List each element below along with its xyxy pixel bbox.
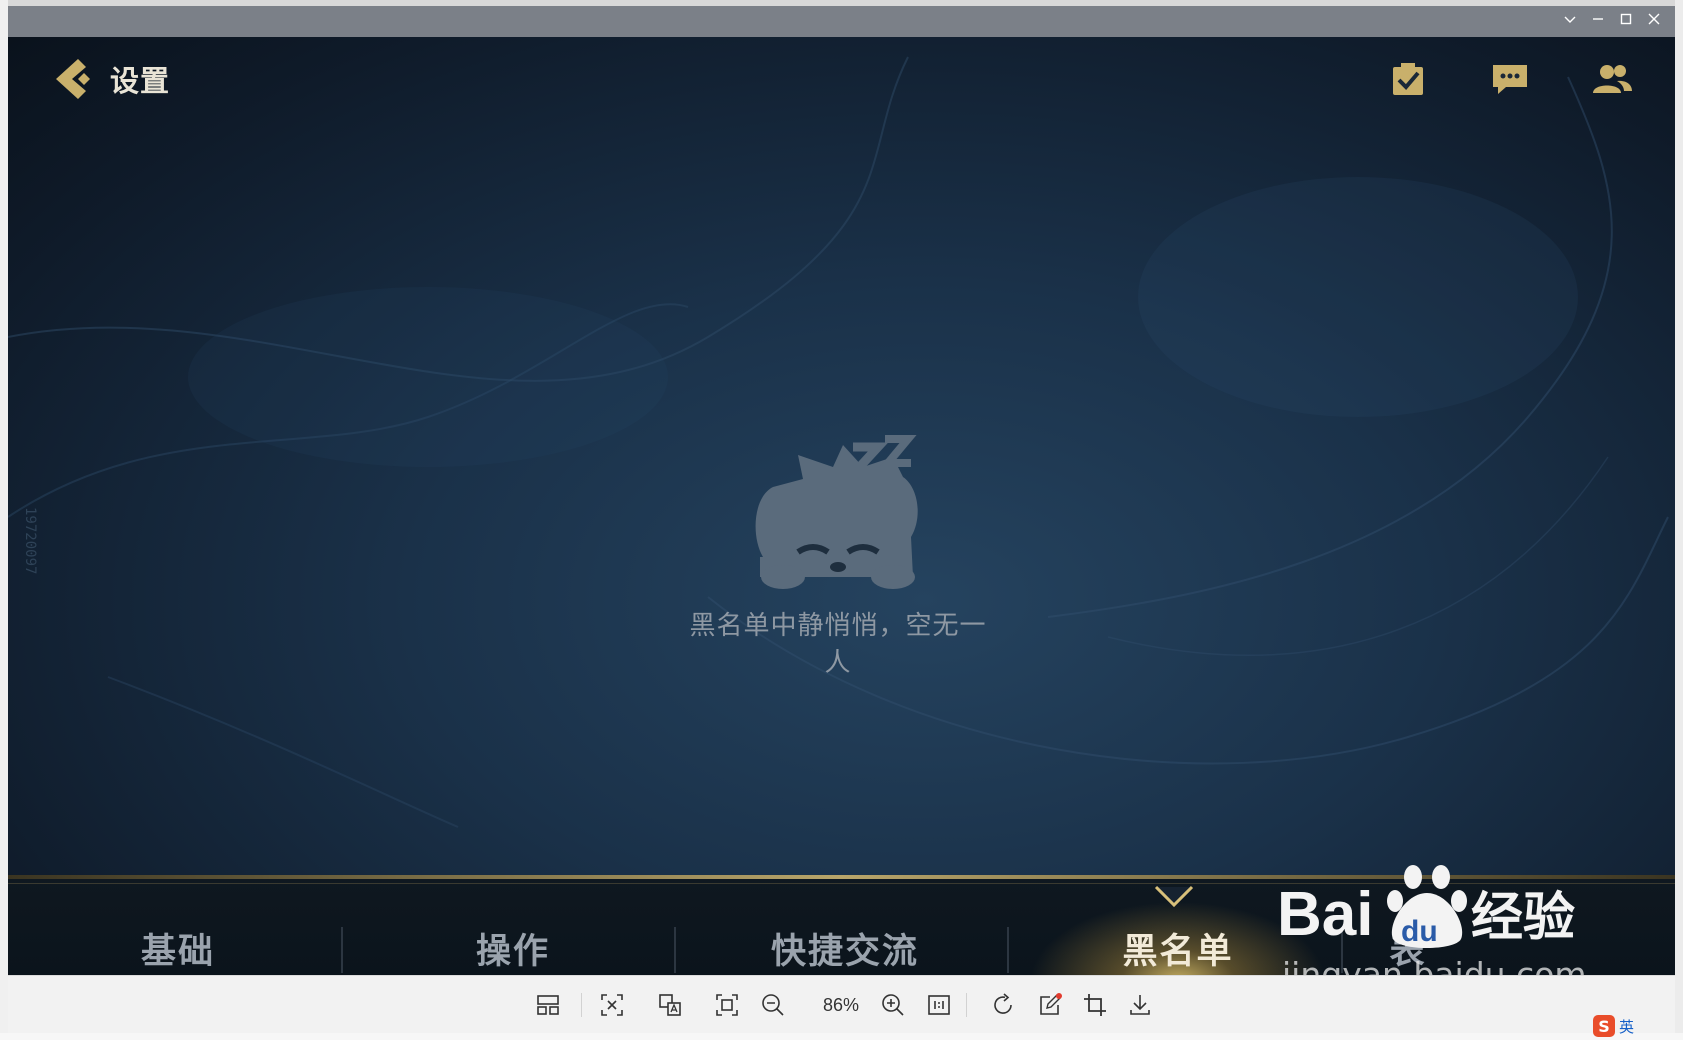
scan-text-icon[interactable] <box>597 990 627 1020</box>
tab-blacklist[interactable]: 黑名单 <box>1013 923 1343 974</box>
empty-message: 黑名单中静悄悄，空无一人 <box>689 611 987 678</box>
back-button[interactable]: 设置 <box>50 55 170 103</box>
download-icon[interactable] <box>1125 990 1155 1020</box>
ime-indicator[interactable]: S 英 <box>1593 1015 1634 1037</box>
tab-bar-border <box>8 875 1675 879</box>
taskbar-edge <box>0 1033 1683 1040</box>
tab-basic[interactable]: 基础 <box>13 923 343 974</box>
tab-bar: 基础 操作 快捷交流 黑名单 表 <box>8 875 1675 975</box>
back-arrow-icon <box>56 59 90 99</box>
checklist-icon[interactable] <box>1387 59 1429 99</box>
empty-state: 黑名单中静悄悄，空无一人 <box>688 427 988 679</box>
ime-lang: 英 <box>1619 1017 1635 1036</box>
tab-emote[interactable]: 表 <box>1348 923 1468 974</box>
active-tab-arrow-icon <box>1154 885 1194 907</box>
window-titlebar <box>8 6 1675 38</box>
left-edge <box>0 0 8 1040</box>
tab-quick-chat[interactable]: 快捷交流 <box>680 923 1010 974</box>
side-id: 19720097 <box>22 507 38 575</box>
zoom-level: 86% <box>823 995 860 1015</box>
image-viewer-toolbar: 86% <box>8 975 1675 1034</box>
close-icon[interactable] <box>1647 12 1661 26</box>
chat-icon[interactable] <box>1489 59 1531 99</box>
tab-controls[interactable]: 操作 <box>348 923 678 974</box>
chevron-down-icon[interactable] <box>1563 12 1577 26</box>
friends-icon[interactable] <box>1591 59 1633 99</box>
layout-icon[interactable] <box>533 990 563 1020</box>
zoom-in-icon[interactable] <box>878 990 908 1020</box>
page-title: 设置 <box>110 64 171 98</box>
rotate-icon[interactable] <box>988 990 1018 1020</box>
sogou-logo-icon: S <box>1593 1015 1615 1037</box>
maximize-icon[interactable] <box>1619 12 1633 26</box>
zoom-out-icon[interactable] <box>758 990 788 1020</box>
game-screen: 19720097 设置 黑名单中静悄悄，空无一人 基础 操作 快捷交流 黑名单 … <box>8 37 1675 975</box>
minimize-icon[interactable] <box>1591 12 1605 26</box>
actual-size-icon[interactable] <box>924 990 954 1020</box>
translate-icon[interactable] <box>655 990 685 1020</box>
sleeping-mascot-icon <box>755 435 918 589</box>
fit-screen-icon[interactable] <box>712 990 742 1020</box>
edit-icon[interactable] <box>1035 990 1065 1020</box>
crop-icon[interactable] <box>1080 990 1110 1020</box>
right-edge <box>1675 0 1683 1040</box>
